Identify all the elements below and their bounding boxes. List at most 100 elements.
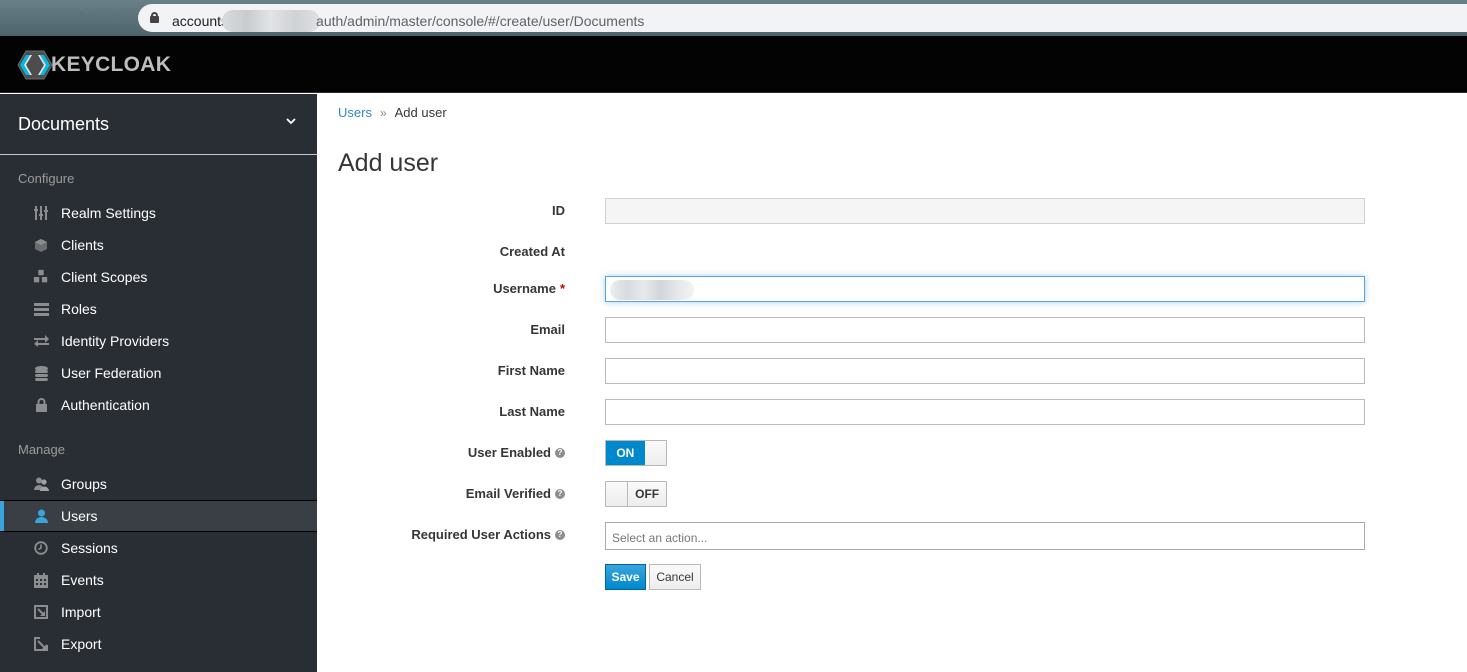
sidebar: Documents Configure Realm Settings Clien… <box>0 94 317 672</box>
toggle-knob <box>644 441 666 465</box>
exchange-icon <box>33 333 49 349</box>
sidebar-item-label: Export <box>61 636 102 652</box>
back-icon[interactable]: ← <box>8 8 28 28</box>
sidebar-item-groups[interactable]: Groups <box>0 468 317 500</box>
email-field[interactable] <box>605 317 1365 343</box>
user-enabled-row: User Enabled? ON <box>317 440 1467 466</box>
sidebar-item-user-federation[interactable]: User Federation <box>0 357 317 389</box>
brand-name: KEYCLOAK <box>51 53 172 76</box>
sidebar-item-label: Authentication <box>61 397 150 413</box>
sidebar-item-sessions[interactable]: Sessions <box>0 532 317 564</box>
breadcrumb-current: Add user <box>394 105 447 120</box>
sidebar-item-users[interactable]: Users <box>0 500 317 532</box>
required-actions-row: Required User Actions? Select an action.… <box>317 522 1467 550</box>
users-icon <box>33 476 49 492</box>
keycloak-hex-icon <box>17 50 53 80</box>
sidebar-item-roles[interactable]: Roles <box>0 293 317 325</box>
toggle-on-label: ON <box>606 441 645 465</box>
lock-icon <box>33 397 49 413</box>
email-row: Email <box>317 317 1467 343</box>
user-icon <box>33 508 49 524</box>
id-field <box>605 198 1365 224</box>
created-at-row: Created At <box>317 239 1467 265</box>
section-configure: Configure <box>18 171 75 186</box>
sidebar-item-export[interactable]: Export <box>0 628 317 660</box>
sidebar-item-authentication[interactable]: Authentication <box>0 389 317 421</box>
sidebar-item-label: Users <box>61 508 98 524</box>
email-verified-row: Email Verified? OFF <box>317 481 1467 507</box>
sidebar-item-label: Sessions <box>61 540 118 556</box>
first-name-label: First Name <box>497 363 565 378</box>
required-actions-label-text: Required User Actions <box>411 527 551 542</box>
home-icon[interactable]: ⌂ <box>106 8 126 28</box>
required-asterisk: * <box>559 281 565 296</box>
export-icon <box>33 636 49 652</box>
created-at-label: Created At <box>499 244 565 259</box>
realm-selector[interactable]: Documents <box>0 94 317 155</box>
redacted-username <box>610 280 694 300</box>
last-name-label: Last Name <box>499 404 565 419</box>
email-label: Email <box>530 322 565 337</box>
sidebar-item-label: Import <box>61 604 101 620</box>
required-actions-label: Required User Actions? <box>411 527 565 542</box>
email-verified-label: Email Verified? <box>466 486 565 501</box>
cubes-icon <box>33 269 49 285</box>
sidebar-item-label: Realm Settings <box>61 205 156 221</box>
sidebar-item-clients[interactable]: Clients <box>0 229 317 261</box>
user-enabled-label: User Enabled? <box>468 445 565 460</box>
page-title: Add user <box>338 149 439 177</box>
user-enabled-label-text: User Enabled <box>467 445 551 460</box>
breadcrumb: Users » Add user <box>338 105 447 120</box>
breadcrumb-users-link[interactable]: Users <box>338 105 372 120</box>
sidebar-item-realm-settings[interactable]: Realm Settings <box>0 197 317 229</box>
browser-toolbar: ← → ↻ ⌂ accounts auth/admin/master/consol… <box>0 0 1467 36</box>
id-row: ID <box>317 198 1467 224</box>
redacted-host <box>222 10 321 32</box>
cube-icon <box>33 237 49 253</box>
forward-icon[interactable]: → <box>40 8 60 28</box>
sidebar-item-label: Client Scopes <box>61 269 148 285</box>
save-button[interactable]: Save <box>605 564 646 590</box>
reload-icon[interactable]: ↻ <box>75 8 95 28</box>
breadcrumb-separator: » <box>379 106 387 120</box>
email-verified-toggle[interactable]: OFF <box>605 481 667 507</box>
first-name-field[interactable] <box>605 358 1365 384</box>
username-field[interactable] <box>605 276 1365 302</box>
keycloak-logo[interactable]: KEYCLOAK <box>17 50 171 80</box>
last-name-row: Last Name <box>317 399 1467 425</box>
lock-icon <box>150 12 159 23</box>
clock-icon <box>33 540 49 556</box>
url-text: accounts auth/admin/master/console/#/crea… <box>172 10 644 32</box>
last-name-field[interactable] <box>605 399 1365 425</box>
sliders-icon <box>33 205 49 221</box>
sidebar-item-label: Roles <box>61 301 97 317</box>
form-buttons-row: Save Cancel <box>317 564 1467 590</box>
sidebar-item-import[interactable]: Import <box>0 596 317 628</box>
realm-name: Documents <box>18 114 110 134</box>
sidebar-item-client-scopes[interactable]: Client Scopes <box>0 261 317 293</box>
help-icon[interactable]: ? <box>555 529 565 540</box>
toggle-off-label: OFF <box>627 482 666 506</box>
sidebar-item-label: Identity Providers <box>61 333 170 349</box>
required-actions-select[interactable]: Select an action... <box>605 522 1365 550</box>
sidebar-item-events[interactable]: Events <box>0 564 317 596</box>
calendar-icon <box>33 572 49 588</box>
toggle-knob <box>606 482 628 506</box>
username-label: Username * <box>493 281 565 296</box>
address-bar[interactable]: accounts auth/admin/master/console/#/crea… <box>138 4 1467 32</box>
server-icon <box>33 301 49 317</box>
import-icon <box>33 604 49 620</box>
cancel-button[interactable]: Cancel <box>649 564 701 590</box>
username-label-text: Username <box>493 281 556 296</box>
user-enabled-toggle[interactable]: ON <box>605 440 667 466</box>
sidebar-item-identity-providers[interactable]: Identity Providers <box>0 325 317 357</box>
help-icon[interactable]: ? <box>555 488 565 499</box>
url-host: accounts <box>172 13 229 29</box>
chevron-down-icon <box>286 118 296 125</box>
username-row: Username * <box>317 276 1467 302</box>
sidebar-item-label: Clients <box>61 237 104 253</box>
database-icon <box>33 365 49 381</box>
first-name-row: First Name <box>317 358 1467 384</box>
app-header: KEYCLOAK <box>0 36 1467 93</box>
help-icon[interactable]: ? <box>555 447 565 458</box>
